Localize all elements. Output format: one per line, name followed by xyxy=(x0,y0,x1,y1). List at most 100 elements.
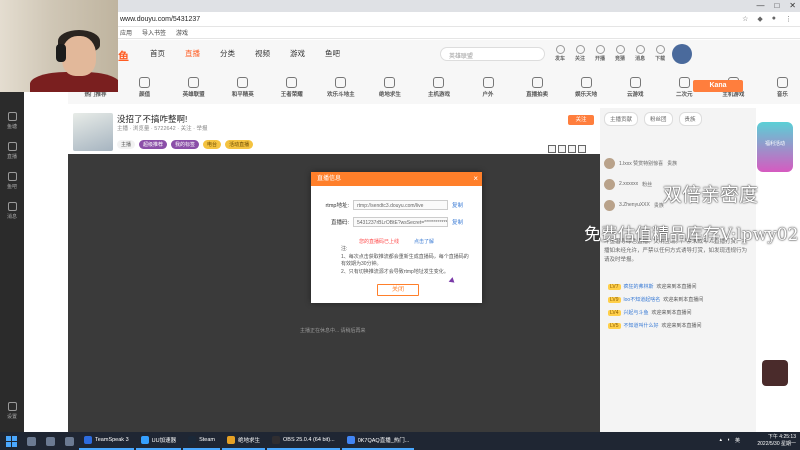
sidebar-item[interactable]: 设置 xyxy=(0,402,24,420)
dialog-title: 直播信息 xyxy=(311,172,482,186)
message-icon xyxy=(7,202,17,211)
copy-rtmp-button[interactable]: 复制 xyxy=(452,201,463,209)
taskbar-app[interactable]: 绝地求生 xyxy=(222,432,266,450)
room-tag[interactable]: 电台 xyxy=(203,140,222,149)
download-icon xyxy=(655,45,665,54)
streamer-avatar[interactable] xyxy=(73,113,113,151)
code-field[interactable]: 5431237rBLrOBtE?wsSecret=************** xyxy=(353,217,448,227)
minimize-icon[interactable]: — xyxy=(756,1,764,10)
dialog-close-button[interactable]: 关闭 xyxy=(377,284,419,296)
bookmark-item[interactable]: 应用 xyxy=(120,28,132,37)
menu-icon[interactable]: ⋮ xyxy=(785,15,792,23)
task-view-icon[interactable] xyxy=(27,436,36,446)
volume-icon[interactable]: ◖ xyxy=(727,437,730,444)
copy-code-button[interactable]: 复制 xyxy=(452,218,463,226)
category-item[interactable]: 户外 xyxy=(471,72,506,104)
category-item[interactable]: 欢乐斗地主 xyxy=(323,72,358,104)
ime-indicator[interactable]: 英 xyxy=(735,437,740,444)
close-icon[interactable]: ✕ xyxy=(789,1,796,10)
header-icon-message[interactable]: 消息 xyxy=(635,45,645,62)
category-icon xyxy=(776,77,788,88)
rank-row[interactable]: 1.lxxx 赞赏特别惊喜 贵族 xyxy=(604,156,752,170)
room-tag[interactable]: 主播 xyxy=(117,140,136,149)
tab-contribution[interactable]: 主播贡献 xyxy=(604,112,639,126)
category-item[interactable]: 英雄联盟 xyxy=(176,72,211,104)
taskbar-app[interactable]: TeamSpeak 3 xyxy=(79,432,134,450)
nav-item-live[interactable]: 直播 xyxy=(185,48,200,59)
tab-noble[interactable]: 贵族 xyxy=(678,112,702,126)
user-avatar[interactable] xyxy=(672,44,692,64)
broadcast-icon xyxy=(595,45,605,54)
network-icon[interactable]: ▴ xyxy=(719,437,722,444)
header-icon-download[interactable]: 下载 xyxy=(655,45,665,62)
category-icon xyxy=(580,77,592,88)
uu-icon xyxy=(140,436,149,444)
dialog-close-icon[interactable]: × xyxy=(473,172,478,186)
learn-more-link[interactable]: 点击了解 xyxy=(414,238,434,245)
category-item[interactable]: 娱乐天地 xyxy=(569,72,604,104)
nav-item-video[interactable]: 视频 xyxy=(255,48,270,59)
bookmark-item[interactable]: 游戏 xyxy=(176,28,188,37)
category-item[interactable]: 颜值 xyxy=(127,72,162,104)
promo-badge[interactable] xyxy=(762,360,788,386)
fullscreen-icon[interactable] xyxy=(558,145,566,153)
start-button[interactable] xyxy=(4,434,18,448)
header-icon-car[interactable]: 发车 xyxy=(555,45,565,62)
rtmp-field[interactable]: rtmp://sendtc3.douyu.com/live xyxy=(353,200,448,210)
chrome-icon xyxy=(346,436,355,444)
sidebar-item[interactable]: 鱼塘 xyxy=(0,112,24,130)
header-icon-follow[interactable]: 关注 xyxy=(575,45,585,62)
kana-banner[interactable]: Kana xyxy=(693,80,743,92)
taskbar-app[interactable]: Steam xyxy=(183,432,220,450)
tab-fans[interactable]: 粉丝团 xyxy=(644,112,673,126)
category-item[interactable]: 主机游戏 xyxy=(421,72,456,104)
browser-icon[interactable] xyxy=(65,436,74,446)
taskbar-app[interactable]: OBS 25.0.4 (64 bit)... xyxy=(267,432,340,450)
extension-icon[interactable]: ◆ xyxy=(757,15,762,23)
promo-banner[interactable]: 福利活动 xyxy=(757,122,793,172)
follow-button[interactable]: 关注 xyxy=(568,115,594,125)
star-icon[interactable]: ☆ xyxy=(742,15,748,23)
category-icon xyxy=(335,77,347,88)
category-item[interactable]: 王者荣耀 xyxy=(274,72,309,104)
header-icon-guess[interactable]: 竞猜 xyxy=(615,45,625,62)
site-logo[interactable]: 鱼 xyxy=(118,48,129,64)
sidebar-item[interactable]: 消息 xyxy=(0,202,24,220)
nav-item-game[interactable]: 游戏 xyxy=(290,48,305,59)
category-item[interactable]: 和平精英 xyxy=(225,72,260,104)
room-tag[interactable]: 活动直播 xyxy=(225,140,254,149)
maximize-icon[interactable]: □ xyxy=(774,1,779,10)
category-item[interactable]: 云游戏 xyxy=(618,72,653,104)
category-item[interactable]: 直播拍卖 xyxy=(520,72,555,104)
url-text[interactable]: www.douyu.com/5431237 xyxy=(120,16,200,23)
taskbar-app[interactable]: 0K7QAQ直播_热门... xyxy=(341,432,415,450)
player-controls xyxy=(548,145,586,153)
nav-item-fishbar[interactable]: 鱼吧 xyxy=(325,48,340,59)
guess-icon xyxy=(615,45,625,54)
category-icon xyxy=(139,77,151,88)
nav-item-category[interactable]: 分类 xyxy=(220,48,235,59)
room-meta: 主播 · 浏览量 · 5722642 · 关注 · 举报 xyxy=(117,126,208,132)
profile-icon[interactable]: ● xyxy=(772,15,776,23)
sidebar-item[interactable]: 直播 xyxy=(0,142,24,160)
close-player-icon[interactable] xyxy=(578,145,586,153)
browser-tab-bar: — □ ✕ xyxy=(0,0,800,12)
taskbar-app[interactable]: UU加速器 xyxy=(135,432,182,450)
category-item[interactable]: 音乐 xyxy=(765,72,800,104)
room-tag[interactable]: 超级推荐 xyxy=(139,140,168,149)
sidebar-item[interactable]: 鱼吧 xyxy=(0,172,24,190)
search-input[interactable]: 英雄联盟 xyxy=(440,47,545,61)
pubg-icon xyxy=(227,436,235,444)
address-bar[interactable]: www.douyu.com/5431237 ☆ ◆ ● ⋮ xyxy=(110,13,800,27)
bookmark-item[interactable]: 导入书签 xyxy=(142,28,166,37)
category-item[interactable]: 绝地求生 xyxy=(372,72,407,104)
header-icon-broadcast[interactable]: 开播 xyxy=(595,45,605,62)
pip-icon[interactable] xyxy=(548,145,556,153)
nav-item-home[interactable]: 首页 xyxy=(150,48,165,59)
window-controls: — □ ✕ xyxy=(756,1,796,10)
fishbar-icon xyxy=(7,172,17,181)
settings-icon[interactable] xyxy=(568,145,576,153)
room-tag[interactable]: 我的标签 xyxy=(171,140,200,149)
explorer-icon[interactable] xyxy=(46,436,55,446)
clock[interactable]: 下午 4:25:13 2022/5/30 星期一 xyxy=(757,434,796,448)
